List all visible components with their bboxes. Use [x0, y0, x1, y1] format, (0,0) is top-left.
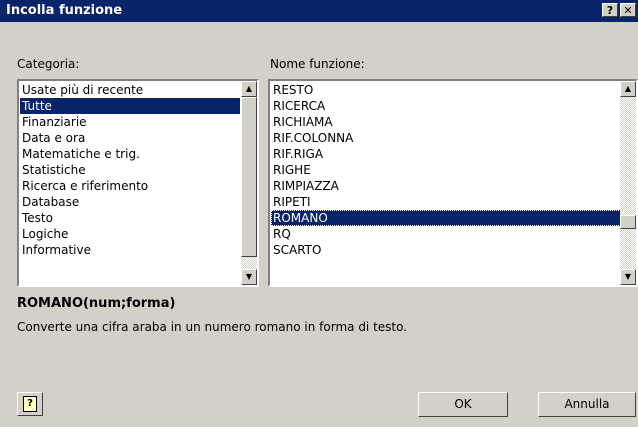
- function-list-item[interactable]: RESTO: [271, 82, 621, 98]
- close-button[interactable]: ✕: [620, 3, 636, 17]
- category-list-item[interactable]: Usate più di recente: [20, 82, 240, 98]
- function-list-item[interactable]: RQ: [271, 226, 621, 242]
- function-list-item[interactable]: SCARTO: [271, 242, 621, 258]
- category-list-item[interactable]: Logiche: [20, 226, 240, 242]
- function-list-item[interactable]: RIGHE: [271, 162, 621, 178]
- function-signature: ROMANO(num;forma): [17, 296, 176, 311]
- function-list-item[interactable]: RIF.COLONNA: [271, 130, 621, 146]
- help-icon: ?: [23, 396, 37, 412]
- function-list[interactable]: RESTO RICERCA RICHIAMA RIF.COLONNA RIF.RIGA R…: [268, 79, 638, 287]
- category-scrollbar[interactable]: ▲ ▼: [241, 81, 257, 285]
- ok-button[interactable]: OK: [418, 392, 508, 417]
- function-scrollbar[interactable]: ▲ ▼: [620, 81, 636, 285]
- function-list-item[interactable]: RIMPIAZZA: [271, 178, 621, 194]
- category-list-item[interactable]: Testo: [20, 210, 240, 226]
- category-list-item[interactable]: Database: [20, 194, 240, 210]
- category-list-item[interactable]: Matematiche e trig.: [20, 146, 240, 162]
- category-list-item[interactable]: Ricerca e riferimento: [20, 178, 240, 194]
- scroll-down-arrow-icon[interactable]: ▼: [241, 269, 257, 285]
- window-title: Incolla funzione: [6, 3, 123, 18]
- category-list-item[interactable]: Statistiche: [20, 162, 240, 178]
- category-list-item[interactable]: Tutte: [20, 98, 240, 114]
- category-label: Categoria:: [17, 57, 80, 71]
- category-list-item[interactable]: Data e ora: [20, 130, 240, 146]
- function-name-label: Nome funzione:: [270, 57, 365, 71]
- help-title-button[interactable]: ?: [602, 3, 618, 17]
- category-list-item[interactable]: Informative: [20, 242, 240, 258]
- help-button[interactable]: ?: [17, 392, 43, 416]
- cancel-button[interactable]: Annulla: [538, 392, 636, 417]
- scroll-up-arrow-icon[interactable]: ▲: [620, 81, 636, 97]
- category-list-item[interactable]: Finanziarie: [20, 114, 240, 130]
- function-description: Converte una cifra araba in un numero ro…: [17, 320, 408, 334]
- function-list-item[interactable]: RIPETI: [271, 194, 621, 210]
- category-items: Usate più di recente Tutte Finanziarie Data…: [20, 82, 240, 258]
- function-list-item[interactable]: RICHIAMA: [271, 114, 621, 130]
- function-list-item[interactable]: RIF.RIGA: [271, 146, 621, 162]
- scrollbar-thumb[interactable]: [241, 97, 257, 257]
- scroll-down-arrow-icon[interactable]: ▼: [620, 269, 636, 285]
- scroll-up-arrow-icon[interactable]: ▲: [241, 81, 257, 97]
- title-bar: Incolla funzione ? ✕: [0, 0, 638, 22]
- scrollbar-thumb[interactable]: [620, 215, 636, 229]
- function-list-item[interactable]: ROMANO: [271, 210, 621, 226]
- function-items: RESTO RICERCA RICHIAMA RIF.COLONNA RIF.RIGA R…: [271, 82, 621, 258]
- function-list-item[interactable]: RICERCA: [271, 98, 621, 114]
- category-list[interactable]: Usate più di recente Tutte Finanziarie Data…: [17, 79, 259, 287]
